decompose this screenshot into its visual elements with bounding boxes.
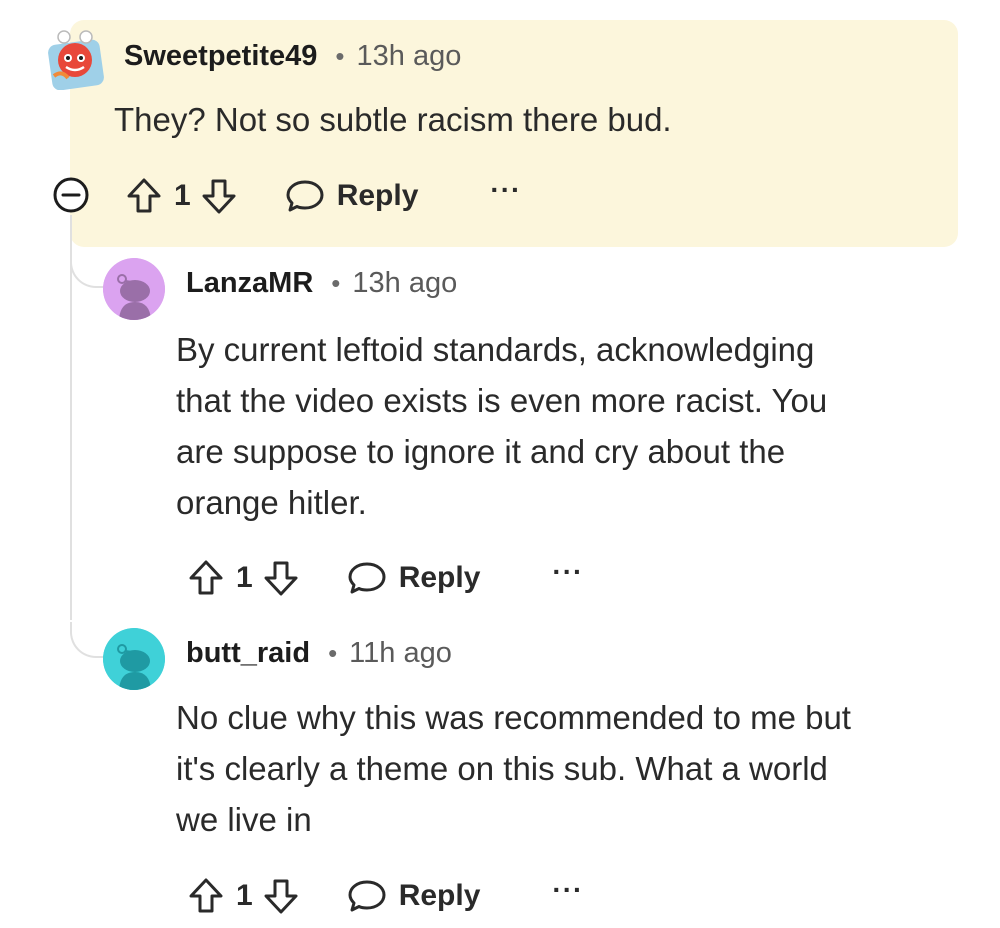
more-options-button[interactable]: ···	[552, 558, 583, 586]
default-snoo-icon	[103, 628, 165, 690]
reply-label: Reply	[398, 879, 481, 912]
comment-meta: Sweetpetite49 • 13h ago	[124, 40, 461, 73]
username[interactable]: LanzaMR	[186, 267, 313, 300]
timestamp: 13h ago	[356, 40, 462, 72]
upvote-icon[interactable]	[188, 559, 224, 597]
comment-body: No clue why this was recommended to me b…	[176, 692, 851, 845]
comment-body: They? Not so subtle racism there bud.	[114, 94, 672, 145]
collapse-thread-button[interactable]	[53, 177, 89, 213]
comment-line: that the video exists is even more racis…	[176, 382, 828, 419]
comment-line: They? Not so subtle racism there bud.	[114, 101, 672, 138]
separator-dot: •	[331, 268, 341, 298]
default-snoo-icon	[103, 258, 165, 320]
vote-score: 1	[174, 179, 191, 212]
thread-line	[70, 215, 72, 620]
comment-body: By current leftoid standards, acknowledg…	[176, 324, 827, 528]
speech-bubble-icon	[348, 562, 386, 594]
speech-bubble-icon	[348, 880, 386, 912]
comment-meta: butt_raid • 11h ago	[186, 637, 452, 670]
more-options-button[interactable]: ···	[552, 876, 583, 904]
reply-label: Reply	[398, 561, 481, 594]
comment-line: By current leftoid standards, acknowledg…	[176, 331, 815, 368]
comment-line: orange hitler.	[176, 484, 367, 521]
upvote-icon[interactable]	[126, 177, 162, 215]
username[interactable]: Sweetpetite49	[124, 40, 317, 73]
reply-button[interactable]: Reply	[347, 878, 481, 914]
reply-label: Reply	[336, 179, 419, 212]
vote-score: 1	[236, 561, 253, 594]
comment-actions: 1 Reply ···	[188, 871, 583, 921]
separator-dot: •	[335, 41, 345, 71]
upvote-icon[interactable]	[188, 877, 224, 915]
comment-actions: 1 Reply ···	[188, 553, 583, 603]
avatar[interactable]	[103, 258, 165, 320]
comment-meta: LanzaMR • 13h ago	[186, 267, 457, 300]
speech-bubble-icon	[286, 180, 324, 212]
timestamp: 11h ago	[349, 637, 452, 669]
minus-circle-icon	[53, 177, 89, 213]
timestamp: 13h ago	[352, 267, 458, 299]
downvote-icon[interactable]	[263, 559, 299, 597]
downvote-icon[interactable]	[201, 177, 237, 215]
avatar[interactable]	[103, 628, 165, 690]
comment-line: it's clearly a theme on this sub. What a…	[176, 750, 828, 787]
avatar[interactable]	[46, 28, 106, 90]
vote-score: 1	[236, 879, 253, 912]
comment-line: we live in	[176, 801, 312, 838]
thread-branch-connector	[70, 622, 106, 658]
separator-dot: •	[328, 638, 338, 668]
reply-button[interactable]: Reply	[347, 560, 481, 596]
reply-button[interactable]: Reply	[285, 178, 419, 214]
username[interactable]: butt_raid	[186, 637, 310, 670]
comment-actions: 1 Reply ···	[126, 171, 521, 221]
downvote-icon[interactable]	[263, 877, 299, 915]
more-options-button[interactable]: ···	[490, 176, 521, 204]
snoo-avatar-icon	[48, 30, 104, 90]
comment-line: No clue why this was recommended to me b…	[176, 699, 851, 736]
comment-line: are suppose to ignore it and cry about t…	[176, 433, 786, 470]
thread-branch-connector	[70, 252, 106, 288]
